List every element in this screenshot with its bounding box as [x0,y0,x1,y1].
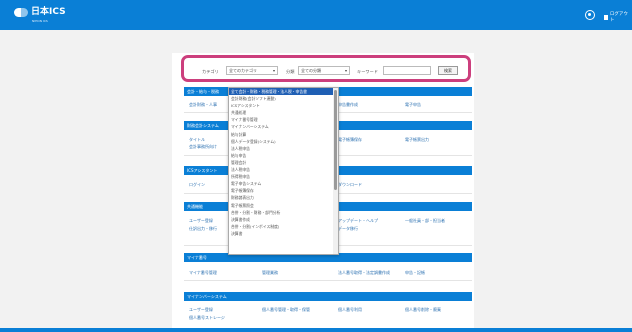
dropdown-option[interactable]: 決算書 [229,230,338,237]
section-link[interactable]: 申告書作成 [338,102,358,108]
dropdown-option[interactable]: 法人税申告 [229,145,338,152]
dropdown-option[interactable]: 電子申告システム [229,180,338,187]
keyword-input[interactable] [383,66,431,75]
company-logo[interactable]: 日本ICS [14,8,66,17]
bottom-bar [0,328,632,332]
category-value: 全てのカテゴリ [229,68,257,73]
dropdown-option[interactable]: 法人税申告 [229,166,338,173]
logo-subtitle: NIHON ICS [32,19,48,23]
dropdown-option[interactable]: 全て会計・財務・税務管理・法人税・申告書 [229,88,338,96]
section-link[interactable]: ログイン [189,182,205,188]
section-link[interactable]: ユーザー登録 [189,218,213,224]
dropdown-option[interactable]: 共通処理 [229,109,338,116]
dropdown-option[interactable]: 財務諸表出力 [229,194,338,201]
section-link[interactable]: 申告・記帳 [405,270,425,276]
section-link[interactable]: 仕訳出力・移行 [189,226,217,232]
section-link[interactable]: ダウンロード [338,182,362,188]
dropdown-scrollbar[interactable] [333,88,338,254]
top-navigation-bar: 日本ICS NIHON ICS ログアウト [0,0,632,30]
section-link[interactable]: 個人番号削除・廃棄 [405,307,441,313]
logo-text: 日本ICS [31,7,66,17]
dropdown-option[interactable]: 所得税申告 [229,173,338,180]
dropdown-option[interactable]: 合併・分割・財務・部門分析 [229,209,338,216]
logo-mark-icon [14,8,28,17]
section-link[interactable]: 会計財務・人事 [189,102,217,108]
keyword-label: キーワード [357,69,378,74]
divider [184,280,472,281]
category-select[interactable]: 全てのカテゴリ ▾ [226,66,278,75]
logout-icon [604,14,608,20]
section-link[interactable]: マイナ番号管理 [189,270,217,276]
section-link[interactable]: 法人番号取得・法定調書作成 [338,270,390,276]
category-dropdown-list[interactable]: 全て会計・財務・税務管理・法人税・申告書 会計財務(会計ソフト連動) ICSアシスタ… [228,87,339,255]
dropdown-option[interactable]: 給与計算 [229,131,338,138]
user-icon[interactable] [585,10,595,20]
section-link[interactable]: ユーザー登録 [189,307,213,313]
section-link[interactable]: 個人番号利用 [338,307,362,313]
section-header: マイナンバーシステム [184,292,472,301]
section-link[interactable]: 管理業務 [262,270,278,276]
section-link[interactable]: 電子帳票出力 [405,137,429,143]
section-link[interactable]: 個人番号管理・取得・保管 [262,307,310,313]
dropdown-option[interactable]: 給与申告 [229,152,338,159]
section-link[interactable]: 個人番号ストレージ [189,315,225,321]
search-button[interactable]: 検索 [438,66,458,75]
section-link[interactable]: データ移行 [338,226,358,232]
section-link[interactable]: タイトル [189,137,205,143]
section-link[interactable]: 電子帳簿保存 [338,137,362,143]
category-label: カテゴリ [202,69,219,74]
chevron-down-icon: ▾ [272,68,275,73]
dropdown-option[interactable]: 会計財務(会計ソフト連動) [229,95,338,102]
dropdown-option[interactable]: 個人データ登録(システム) [229,138,338,145]
dropdown-option[interactable]: マイナ番号管理 [229,116,338,123]
scrollbar-thumb[interactable] [334,90,337,190]
field-value: 全ての分類 [301,68,321,73]
section-link[interactable]: 一般社員・部・担当者 [405,218,445,224]
field-select[interactable]: 全ての分類 ▾ [298,66,350,75]
chevron-down-icon: ▾ [344,68,347,73]
field-label: 分類 [286,69,295,74]
section-link[interactable]: 電子申告 [405,102,421,108]
section-link[interactable]: 会計事務所向け [189,144,217,150]
dropdown-option[interactable]: ICSアシスタント [229,102,338,109]
dropdown-option[interactable]: 電子帳票照会 [229,202,338,209]
dropdown-option[interactable]: 管理会計 [229,159,338,166]
dropdown-option[interactable]: マイナンバーシステム [229,123,338,130]
dropdown-option[interactable]: 合併・分割(インボイス制度) [229,223,338,230]
dropdown-option[interactable]: 決算書作成 [229,216,338,223]
logout-link[interactable]: ログアウト [604,11,632,23]
section-link[interactable]: アップデート・ヘルプ [338,218,378,224]
dropdown-option[interactable]: 電子帳簿保存 [229,187,338,194]
logout-label: ログアウト [609,12,628,23]
